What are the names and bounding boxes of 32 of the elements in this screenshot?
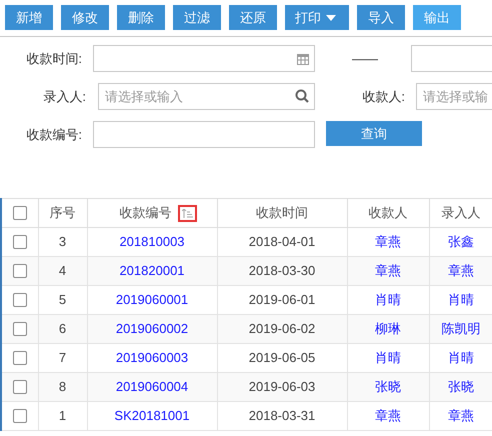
field-label: 收款编号:	[25, 126, 82, 144]
range-separator: ——	[352, 50, 378, 68]
sort-icon[interactable]	[178, 204, 196, 222]
calendar-icon	[297, 52, 309, 64]
column-header[interactable]: 收款时间	[256, 205, 308, 220]
column-header[interactable]: 收款人	[368, 205, 408, 220]
checkbox[interactable]	[12, 409, 27, 423]
date-field[interactable]	[93, 45, 315, 72]
field-label: 收款时间:	[25, 50, 82, 68]
checkbox[interactable]	[12, 380, 27, 394]
checkbox[interactable]	[12, 235, 27, 249]
search-icon	[295, 89, 309, 103]
input-field[interactable]	[93, 121, 315, 148]
column-header[interactable]: 录入人	[442, 205, 480, 220]
date-field[interactable]	[411, 45, 492, 72]
checkbox[interactable]	[12, 322, 27, 336]
field-label: 收款人:	[361, 88, 405, 106]
checkbox[interactable]	[12, 264, 27, 278]
table-cell: 1	[38, 402, 87, 430]
checkbox[interactable]	[12, 293, 27, 307]
caret-icon	[326, 14, 336, 20]
column-header[interactable]: 收款编号	[120, 203, 172, 223]
checkbox[interactable]	[12, 351, 27, 365]
table-cell: 2018-03-31	[217, 402, 347, 430]
table-cell[interactable]: 章燕	[347, 402, 429, 430]
table-cell[interactable]: SK20181001	[87, 402, 217, 430]
input-field[interactable]: 请选择或输入	[98, 83, 315, 110]
field-label: 录入人:	[42, 88, 86, 106]
column-header[interactable]: 序号	[50, 205, 76, 220]
input-field[interactable]: 请选择或输	[416, 83, 492, 110]
table-cell[interactable]: 章燕	[429, 402, 492, 430]
checkbox[interactable]	[12, 206, 27, 220]
